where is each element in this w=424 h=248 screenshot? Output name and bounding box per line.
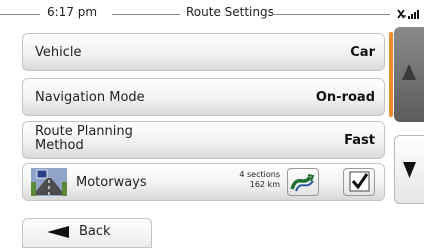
vehicle-label: Vehicle bbox=[35, 45, 82, 60]
scroll-down-button[interactable] bbox=[394, 135, 424, 204]
route-planning-method-label-line1: Route Planning bbox=[35, 124, 133, 139]
route-planning-method-row[interactable]: Route Planning Method Fast bbox=[22, 121, 385, 159]
motorways-row: Motorways 4 sections 162 km bbox=[22, 163, 385, 201]
header: 6:17 pm Route Settings bbox=[0, 0, 424, 30]
motorway-icon bbox=[31, 168, 67, 196]
motorways-checkbox[interactable] bbox=[343, 168, 375, 196]
back-button[interactable]: Back bbox=[22, 218, 152, 248]
page-title: Route Settings bbox=[186, 5, 274, 19]
motorways-label: Motorways bbox=[76, 175, 147, 190]
route-curve-icon bbox=[290, 174, 315, 192]
header-line-left bbox=[0, 14, 40, 15]
route-planning-method-value: Fast bbox=[344, 133, 375, 148]
motorways-sections-distance: 162 km bbox=[249, 180, 280, 189]
header-line-right bbox=[272, 14, 390, 15]
scroll-up-button[interactable] bbox=[394, 27, 424, 122]
motorways-sections: 4 sections 162 km bbox=[218, 170, 280, 190]
motorways-route-button[interactable] bbox=[287, 168, 319, 196]
triangle-down-icon bbox=[403, 162, 416, 178]
navigation-mode-row[interactable]: Navigation Mode On-road bbox=[22, 78, 385, 116]
route-planning-method-label: Route Planning Method bbox=[35, 125, 133, 153]
triangle-up-icon bbox=[402, 64, 416, 80]
route-planning-method-label-line2: Method bbox=[35, 138, 84, 153]
navigation-mode-label: Navigation Mode bbox=[35, 90, 145, 105]
vehicle-row[interactable]: Vehicle Car bbox=[22, 33, 385, 71]
motorways-sections-count: 4 sections bbox=[239, 170, 280, 179]
header-line-mid bbox=[112, 14, 180, 15]
checkmark-icon bbox=[349, 171, 370, 192]
clock-time: 6:17 pm bbox=[47, 5, 98, 19]
navigation-mode-value: On-road bbox=[315, 90, 375, 105]
back-label: Back bbox=[79, 224, 111, 239]
back-arrow-icon bbox=[47, 226, 69, 238]
vehicle-value: Car bbox=[350, 45, 375, 60]
signal-icon bbox=[397, 9, 419, 19]
scroll-indicator-fill bbox=[389, 32, 393, 117]
